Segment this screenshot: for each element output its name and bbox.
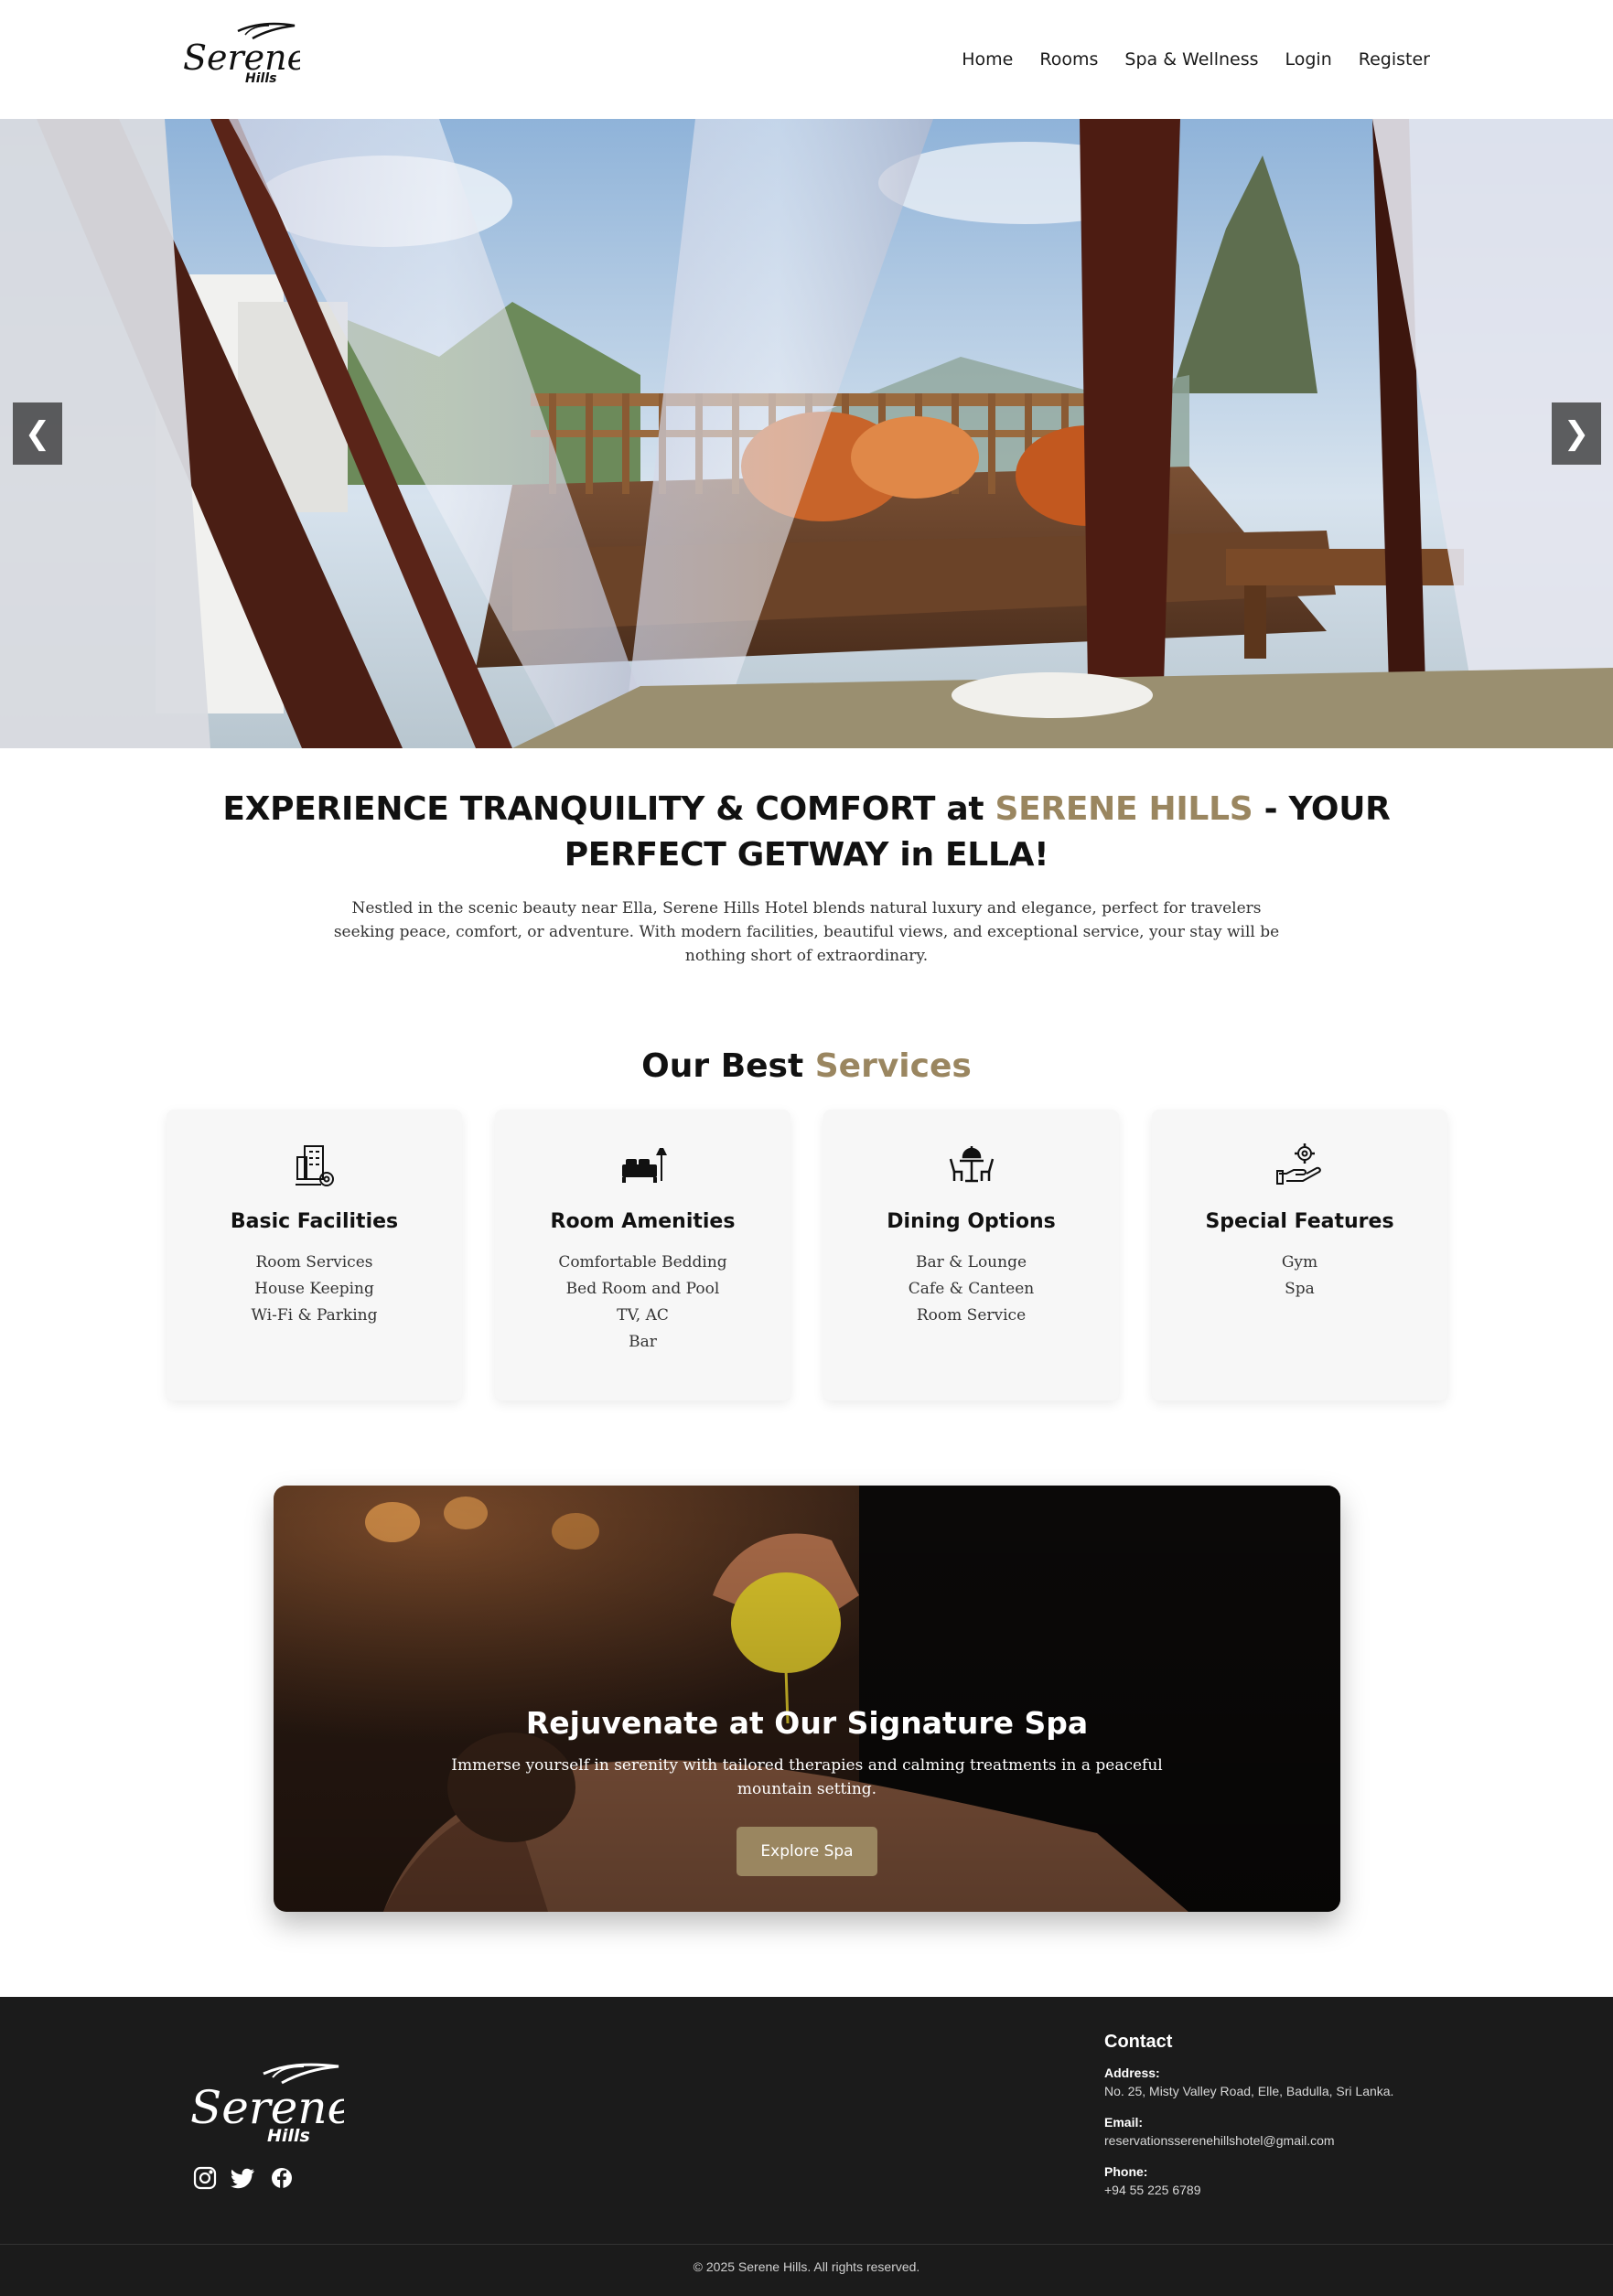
building-gear-icon [295,1145,334,1186]
phone-label: Phone: [1104,2164,1148,2179]
intro-section: EXPERIENCE TRANQUILITY & COMFORT at SERE… [0,787,1613,968]
card-list: Gym Spa [1152,1250,1447,1303]
intro-heading: EXPERIENCE TRANQUILITY & COMFORT at SERE… [212,787,1402,878]
spa-title: Rejuvenate at Our Signature Spa [525,1705,1089,1741]
hand-gear-icon [1275,1143,1321,1185]
contact-title: Contact [1104,2032,1173,2052]
card-list: Comfortable Bedding Bed Room and Pool TV… [495,1250,790,1356]
intro-heading-highlight: SERENE HILLS [995,790,1253,828]
list-item: Wi-Fi & Parking [251,1306,378,1325]
footer-logo[interactable]: Serene Hills [188,2061,344,2152]
bed-lamp-icon [621,1148,667,1183]
facebook-icon[interactable] [269,2165,295,2191]
spa-content: Rejuvenate at Our Signature Spa Immerse … [274,1705,1340,1876]
svg-text:Hills: Hills [267,2126,310,2146]
spa-banner: Rejuvenate at Our Signature Spa Immerse … [274,1486,1340,1912]
card-title: Dining Options [887,1210,1056,1233]
service-card-room-amenities: Room Amenities Comfortable Bedding Bed R… [495,1110,790,1400]
service-card-basic-facilities: Basic Facilities Room Services House Kee… [167,1110,462,1400]
spa-description: Immerse yourself in serenity with tailor… [451,1756,1163,1798]
site-footer: Serene Hills Contact Address: No. 25, Mi… [0,1997,1613,2296]
list-item: Room Services [255,1253,373,1271]
nav-rooms[interactable]: Rooms [1039,49,1098,70]
address-label: Address: [1104,2065,1160,2080]
list-item: House Keeping [254,1280,374,1298]
svg-text:Hills: Hills [245,71,276,86]
email-label: Email: [1104,2115,1144,2130]
serene-hills-logo[interactable]: Serene Hills [181,22,300,86]
footer-divider [0,2244,1613,2245]
card-title: Basic Facilities [230,1210,399,1233]
address-value: No. 25, Misty Valley Road, Elle, Badulla… [1104,2084,1394,2098]
nav-home[interactable]: Home [962,49,1013,70]
list-item: Cafe & Canteen [908,1280,1035,1298]
list-item: Bar [629,1333,657,1351]
nav-register[interactable]: Register [1359,49,1430,70]
svg-text:Serene: Serene [183,38,300,78]
contact-section: Contact Address: No. 25, Misty Valley Ro… [1104,2032,1393,2214]
list-item: Bed Room and Pool [565,1280,720,1298]
copyright-text: © 2025 Serene Hills. All rights reserved… [693,2259,920,2274]
hero-image-balcony [0,119,1613,748]
services-heading-highlight: Services [814,1047,972,1085]
twitter-icon[interactable] [231,2165,256,2191]
nav-spa-wellness[interactable]: Spa & Wellness [1124,49,1258,70]
phone-value[interactable]: +94 55 225 6789 [1104,2183,1393,2197]
service-card-special-features: Special Features Gym Spa [1152,1110,1447,1400]
main-nav: Home Rooms Spa & Wellness Login Register [935,49,1430,70]
email-value[interactable]: reservationsserenehillshotel@gmail.com [1104,2133,1393,2148]
list-item: Comfortable Bedding [558,1253,727,1271]
card-title: Room Amenities [550,1210,736,1233]
hero-carousel: ❮ ❯ [0,119,1613,748]
services-heading-part1: Our Best [641,1047,815,1085]
site-header: Serene Hills Home Rooms Spa & Wellness L… [0,0,1613,119]
carousel-prev-arrow[interactable]: ❮ [13,402,62,465]
intro-description: Nestled in the scenic beauty near Ella, … [333,899,1280,965]
list-item: Spa [1285,1280,1315,1298]
social-links [192,2165,295,2191]
card-list: Room Services House Keeping Wi-Fi & Park… [167,1250,462,1329]
intro-heading-part1: EXPERIENCE TRANQUILITY & COMFORT at [222,790,995,828]
dining-table-icon [949,1146,994,1183]
nav-login[interactable]: Login [1285,49,1332,70]
services-cards: Basic Facilities Room Services House Kee… [167,1110,1447,1400]
list-item: TV, AC [617,1306,669,1325]
service-card-dining-options: Dining Options Bar & Lounge Cafe & Cante… [823,1110,1119,1400]
list-item: Room Service [916,1306,1027,1325]
instagram-icon[interactable] [192,2165,218,2191]
card-title: Special Features [1205,1210,1394,1233]
list-item: Gym [1281,1253,1318,1271]
services-heading: Our Best Services [0,1047,1613,1085]
carousel-next-arrow[interactable]: ❯ [1552,402,1601,465]
card-list: Bar & Lounge Cafe & Canteen Room Service [823,1250,1119,1329]
list-item: Bar & Lounge [915,1253,1027,1271]
explore-spa-button[interactable]: Explore Spa [737,1827,877,1876]
